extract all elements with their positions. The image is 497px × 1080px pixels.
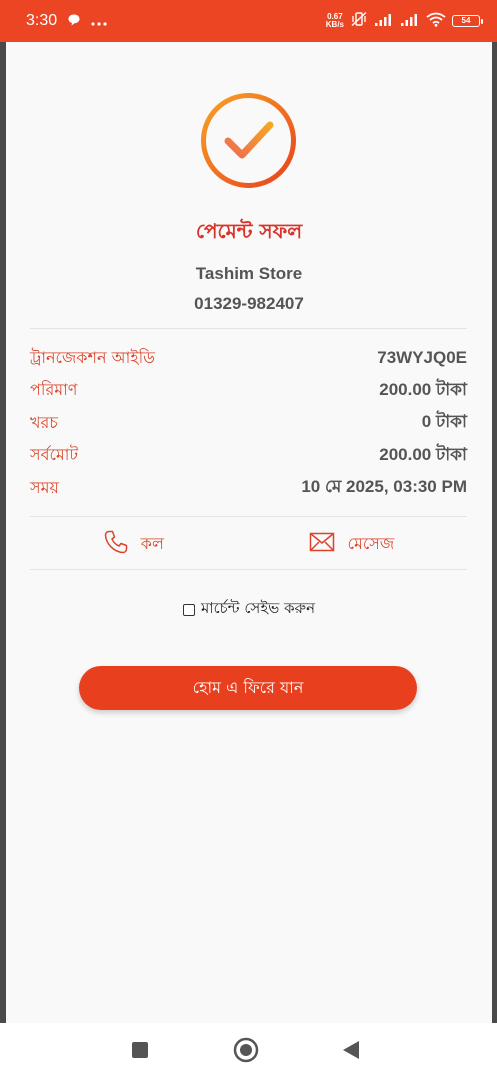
detail-label: পরিমাণ — [30, 380, 78, 400]
signal-icon — [400, 12, 420, 31]
detail-row-transaction-id: ট্রানজেকশন আইডি 73WYJQ0E — [30, 342, 467, 375]
merchant-phone: 01329-982407 — [194, 294, 304, 313]
home-button[interactable]: হোম এ ফিরে যান — [79, 666, 417, 710]
detail-row-time: সময় 10 মে 2025, 03:30 PM — [30, 472, 467, 505]
status-left: 3:30 — [26, 12, 107, 31]
detail-value: 200.00 টাকা — [379, 379, 467, 399]
receipt-card: পেমেন্ট সফল Tashim Store 01329-982407 ট্… — [6, 42, 492, 1023]
message-label: মেসেজ — [347, 533, 395, 553]
call-button[interactable]: কল — [103, 529, 164, 559]
transaction-details: ট্রানজেকশন আইডি 73WYJQ0E পরিমাণ 200.00 ট… — [30, 342, 467, 505]
vibrate-off-icon — [350, 11, 368, 31]
net-speed-unit: KB/s — [325, 20, 344, 29]
contact-actions: কল মেসেজ — [30, 526, 467, 562]
save-merchant-label: মার্চেন্ট সেইভ করুন — [200, 599, 316, 617]
divider — [30, 516, 467, 517]
checkmark-circle-icon — [200, 92, 297, 189]
status-right: 0.67 KB/s 54 — [326, 11, 483, 31]
more-dots-icon — [91, 12, 107, 31]
battery-level: 54 — [452, 15, 480, 27]
detail-row-amount: পরিমাণ 200.00 টাকা — [30, 375, 467, 408]
detail-value: 10 মে 2025, 03:30 PM — [301, 477, 467, 497]
message-button[interactable]: মেসেজ — [309, 531, 394, 558]
circle-icon[interactable] — [233, 1037, 259, 1067]
detail-value: 0 টাকা — [421, 412, 467, 432]
call-label: কল — [140, 533, 164, 553]
detail-value: 200.00 টাকা — [379, 444, 467, 464]
net-speed: 0.67 KB/s — [326, 13, 344, 29]
status-time: 3:30 — [26, 12, 58, 29]
phone-icon — [103, 529, 129, 559]
detail-value: 73WYJQ0E — [377, 348, 467, 368]
battery-tip — [481, 18, 483, 24]
square-icon[interactable] — [131, 1041, 149, 1063]
detail-label: সময় — [30, 477, 59, 497]
wifi-icon — [426, 12, 446, 31]
save-merchant-option[interactable]: মার্চেন্ট সেইভ করুন — [6, 597, 492, 622]
envelope-icon — [309, 532, 335, 556]
detail-label: খরচ — [30, 412, 58, 432]
divider — [30, 328, 467, 329]
page-title: পেমেন্ট সফল — [195, 219, 303, 243]
back-triangle-icon[interactable] — [342, 1040, 360, 1064]
merchant-name: Tashim Store — [195, 264, 303, 283]
battery-icon: 54 — [452, 15, 483, 27]
detail-row-charge: খরচ 0 টাকা — [30, 407, 467, 440]
divider — [30, 569, 467, 570]
signal-icon — [374, 12, 394, 31]
chat-bubble-icon — [67, 12, 81, 31]
save-merchant-checkbox[interactable] — [182, 603, 195, 616]
detail-row-total: সর্বমোট 200.00 টাকা — [30, 440, 467, 473]
detail-label: সর্বমোট — [30, 445, 79, 465]
system-nav-bar — [0, 1023, 497, 1080]
detail-label: ট্রানজেকশন আইডি — [30, 347, 155, 367]
status-bar: 3:30 0.67 KB/s 54 — [0, 0, 497, 42]
